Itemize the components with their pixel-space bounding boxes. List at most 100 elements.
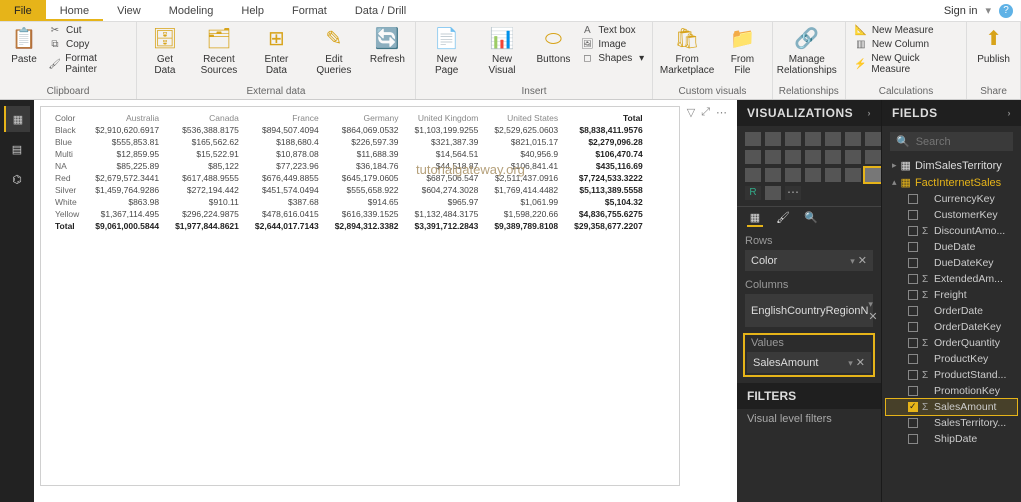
viz-area[interactable] (845, 132, 861, 146)
filter-icon[interactable]: ▽ (687, 106, 695, 119)
tab-home[interactable]: Home (46, 0, 103, 21)
field-checkbox[interactable] (908, 434, 918, 444)
field-checkbox[interactable] (908, 274, 918, 284)
field-checkbox[interactable] (908, 210, 918, 220)
tab-view[interactable]: View (103, 0, 155, 21)
manage-relationships-button[interactable]: 🔗Manage Relationships (779, 24, 835, 78)
copy-button[interactable]: ⧉Copy (46, 38, 130, 51)
remove-values-field[interactable]: ✕ (856, 357, 865, 369)
from-file-button[interactable]: 📁From File (719, 24, 766, 78)
viz-gauge[interactable] (765, 168, 781, 182)
fields-search[interactable]: 🔍 (890, 132, 1013, 151)
signin-link[interactable]: Sign in (944, 5, 978, 17)
field-shipdate[interactable]: ShipDate (886, 431, 1017, 447)
viz-card[interactable] (785, 168, 801, 182)
field-checkbox[interactable] (908, 306, 918, 316)
viz-donut[interactable] (825, 150, 841, 164)
model-view-button[interactable]: ⌬ (4, 166, 30, 192)
chevron-down-icon[interactable]: ▾ (985, 4, 991, 17)
field-checkbox[interactable] (908, 290, 918, 300)
viz-ribbon[interactable] (745, 150, 761, 164)
field-checkbox[interactable] (908, 322, 918, 332)
viz-matrix[interactable] (865, 168, 881, 182)
help-icon[interactable]: ? (999, 4, 1013, 18)
visualizations-header[interactable]: VISUALIZATIONS› (737, 100, 881, 126)
field-extendedam[interactable]: ΣExtendedAm... (886, 271, 1017, 287)
more-icon[interactable]: ⋯ (716, 106, 727, 119)
tab-help[interactable]: Help (227, 0, 278, 21)
data-view-button[interactable]: ▤ (4, 136, 30, 162)
field-checkbox[interactable] (908, 354, 918, 364)
viz-py[interactable] (765, 186, 781, 200)
filters-header[interactable]: FILTERS (737, 383, 881, 409)
image-button[interactable]: 🖼Image (578, 38, 646, 51)
new-page-button[interactable]: 📄New Page (422, 24, 472, 78)
matrix-visual[interactable]: ColorAustraliaCanadaFranceGermanyUnited … (40, 106, 680, 486)
format-painter-button[interactable]: 🖌Format Painter (46, 52, 130, 76)
tab-datadrill[interactable]: Data / Drill (341, 0, 420, 21)
field-checkbox[interactable] (908, 258, 918, 268)
field-checkbox[interactable] (908, 386, 918, 396)
buttons-dropdown[interactable]: ⬭Buttons (532, 24, 574, 67)
field-checkbox[interactable] (908, 338, 918, 348)
table-factinternetsales[interactable]: ▴ ▦ FactInternetSales (886, 174, 1017, 191)
fields-header[interactable]: FIELDS› (882, 100, 1021, 126)
field-productstand[interactable]: ΣProductStand... (886, 367, 1017, 383)
tab-format[interactable]: Format (278, 0, 341, 21)
field-customerkey[interactable]: CustomerKey (886, 207, 1017, 223)
columns-well[interactable]: EnglishCountryRegionN▾ ✕ (745, 294, 873, 327)
remove-rows-field[interactable]: ✕ (858, 255, 867, 267)
viz-funnel[interactable] (745, 168, 761, 182)
field-orderdatekey[interactable]: OrderDateKey (886, 319, 1017, 335)
fields-tab-icon[interactable]: ▦ (747, 211, 763, 227)
field-checkbox[interactable] (908, 242, 918, 252)
viz-kpi[interactable] (805, 168, 821, 182)
field-freight[interactable]: ΣFreight (886, 287, 1017, 303)
field-orderdate[interactable]: OrderDate (886, 303, 1017, 319)
viz-more[interactable]: ⋯ (785, 186, 801, 200)
publish-button[interactable]: ⬆Publish (973, 24, 1014, 67)
report-view-button[interactable]: ▦ (4, 106, 30, 132)
viz-stacked100[interactable] (805, 132, 821, 146)
values-well[interactable]: SalesAmount▾ ✕ (747, 352, 871, 373)
field-checkbox[interactable] (908, 226, 918, 236)
new-quick-measure-button[interactable]: ⚡New Quick Measure (852, 52, 960, 76)
fields-search-input[interactable] (916, 136, 1021, 148)
tab-file[interactable]: File (0, 0, 46, 21)
focus-icon[interactable]: ⤢ (701, 106, 710, 119)
viz-stacked[interactable] (785, 132, 801, 146)
viz-line[interactable] (825, 132, 841, 146)
viz-scatter[interactable] (785, 150, 801, 164)
report-canvas[interactable]: ▽ ⤢ ⋯ tutorialgateway.org ColorAustralia… (34, 100, 737, 502)
cut-button[interactable]: ✂Cut (46, 24, 130, 37)
get-data-button[interactable]: 🗄Get Data (143, 24, 187, 78)
analytics-tab-icon[interactable]: 🔍 (803, 211, 819, 227)
paste-button[interactable]: 📋Paste (6, 24, 42, 67)
new-visual-button[interactable]: 📊New Visual (476, 24, 529, 78)
field-duedatekey[interactable]: DueDateKey (886, 255, 1017, 271)
format-tab-icon[interactable]: 🖌 (775, 211, 791, 227)
viz-combo[interactable] (865, 132, 881, 146)
textbox-button[interactable]: AText box (578, 24, 646, 37)
field-promotionkey[interactable]: PromotionKey (886, 383, 1017, 399)
field-orderquantity[interactable]: ΣOrderQuantity (886, 335, 1017, 351)
field-currencykey[interactable]: CurrencyKey (886, 191, 1017, 207)
new-measure-button[interactable]: 📐New Measure (852, 24, 960, 37)
from-marketplace-button[interactable]: 🛍From Marketplace (659, 24, 715, 78)
field-duedate[interactable]: DueDate (886, 239, 1017, 255)
shapes-button[interactable]: ◻Shapes ▾ (578, 52, 646, 65)
viz-slicer[interactable] (825, 168, 841, 182)
field-checkbox[interactable] (908, 402, 918, 412)
refresh-button[interactable]: 🔄Refresh (366, 24, 409, 67)
remove-columns-field[interactable]: ✕ (868, 311, 877, 323)
new-column-button[interactable]: ▥New Column (852, 38, 960, 51)
field-salesterritory[interactable]: SalesTerritory... (886, 415, 1017, 431)
tab-modeling[interactable]: Modeling (155, 0, 228, 21)
field-salesamount[interactable]: ΣSalesAmount (886, 399, 1017, 415)
viz-column[interactable] (765, 132, 781, 146)
field-checkbox[interactable] (908, 418, 918, 428)
viz-map[interactable] (865, 150, 881, 164)
viz-pie[interactable] (805, 150, 821, 164)
field-productkey[interactable]: ProductKey (886, 351, 1017, 367)
viz-waterfall[interactable] (765, 150, 781, 164)
